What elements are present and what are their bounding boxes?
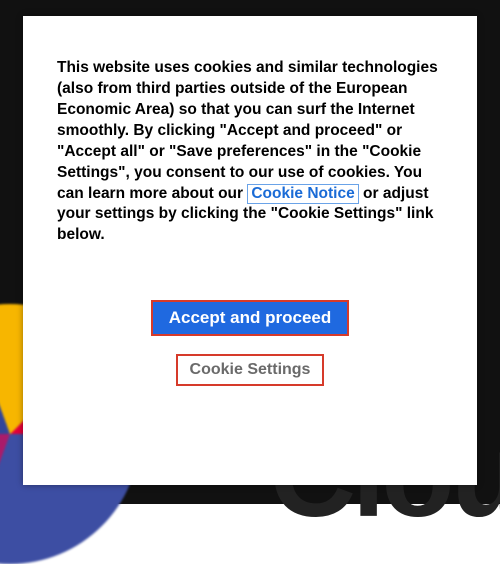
accept-and-proceed-button[interactable]: Accept and proceed (151, 300, 350, 336)
consent-text-before-link: This website uses cookies and similar te… (57, 59, 438, 202)
cookie-consent-modal: This website uses cookies and similar te… (23, 16, 477, 485)
cookie-settings-button[interactable]: Cookie Settings (176, 354, 325, 386)
modal-backdrop: Clou This website uses cookies and simil… (0, 0, 500, 504)
cookie-consent-text: This website uses cookies and similar te… (57, 58, 443, 246)
button-group: Accept and proceed Cookie Settings (57, 300, 443, 386)
cookie-notice-link[interactable]: Cookie Notice (247, 184, 358, 204)
